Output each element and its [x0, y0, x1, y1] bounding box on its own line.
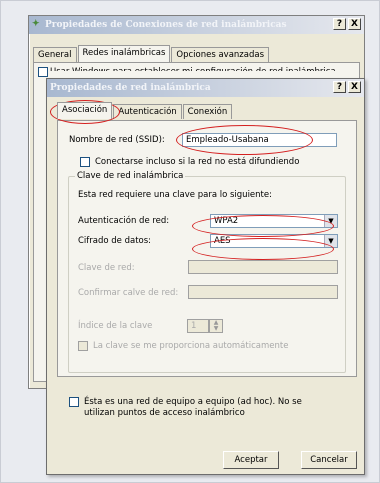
tab-opciones-avanzadas[interactable]: Opciones avanzadas [171, 47, 269, 62]
association-tab-panel: Nombre de red (SSID): Empleado-Usabana C… [57, 120, 357, 377]
auto-key-label: La clave se me proporciona automáticamen… [93, 341, 289, 351]
confirm-key-input [188, 285, 338, 299]
outer-close-button[interactable]: X [348, 18, 361, 30]
data-cipher-label: Cifrado de datos: [78, 236, 152, 246]
dialog-title-bar: Propiedades de red inalámbrica ? X [47, 79, 364, 97]
network-auth-value: WPA2 [214, 216, 239, 226]
network-key-group-legend: Clave de red inalámbrica [77, 171, 184, 181]
tab-asociacion[interactable]: Asociación [57, 102, 113, 119]
dialog-title: Propiedades de red inalámbrica [50, 83, 211, 93]
network-auth-label: Autenticación de red: [78, 216, 170, 226]
tab-general[interactable]: General [33, 47, 77, 62]
outer-window-title: Propiedades de Conexiones de red inalámb… [45, 20, 287, 30]
wireless-network-properties-dialog: Propiedades de red inalámbrica ? X Asoci… [46, 78, 365, 475]
data-cipher-select[interactable]: AES ▼ [210, 234, 338, 248]
tab-autenticacion[interactable]: Autenticación [113, 104, 182, 119]
auto-key-checkbox [78, 341, 88, 351]
dialog-help-button[interactable]: ? [333, 81, 346, 93]
adhoc-checkbox[interactable] [69, 397, 79, 407]
chevron-down-icon[interactable]: ▼ [324, 215, 337, 227]
key-required-description: Esta red requiere una clave para lo sigu… [78, 190, 272, 200]
confirm-key-label: Confirmar calve de red: [78, 288, 179, 298]
network-key-input [188, 260, 338, 274]
key-index-input: 1 [187, 319, 209, 333]
network-connection-icon: ✦ [32, 19, 40, 29]
network-auth-select[interactable]: WPA2 ▼ [210, 214, 338, 228]
outer-help-button[interactable]: ? [333, 18, 346, 30]
adhoc-label: Ésta es una red de equipo a equipo (ad h… [84, 397, 302, 418]
key-index-label: Índice de la clave [78, 321, 153, 331]
data-cipher-value: AES [214, 236, 231, 246]
cancel-button[interactable]: Cancelar [301, 451, 357, 469]
dialog-close-button[interactable]: X [348, 81, 361, 93]
network-key-label: Clave de red: [78, 263, 135, 273]
ssid-label: Nombre de red (SSID): [69, 135, 165, 145]
key-index-spinner: ▲ ▼ [209, 319, 223, 333]
outer-title-bar: ✦ Propiedades de Conexiones de red inalá… [29, 16, 364, 34]
connect-hidden-checkbox[interactable] [80, 157, 90, 167]
tab-redes-inalambricas[interactable]: Redes inalámbricas [77, 45, 171, 62]
tab-conexion[interactable]: Conexión [182, 104, 233, 119]
ok-button[interactable]: Aceptar [223, 451, 279, 469]
ssid-input[interactable]: Empleado-Usabana [182, 133, 337, 147]
use-windows-label: Usar Windows para establecer mi configur… [50, 67, 336, 77]
connect-hidden-label: Conectarse incluso si la red no está dif… [95, 157, 300, 167]
use-windows-checkbox[interactable] [38, 67, 48, 77]
chevron-down-icon[interactable]: ▼ [324, 235, 337, 247]
